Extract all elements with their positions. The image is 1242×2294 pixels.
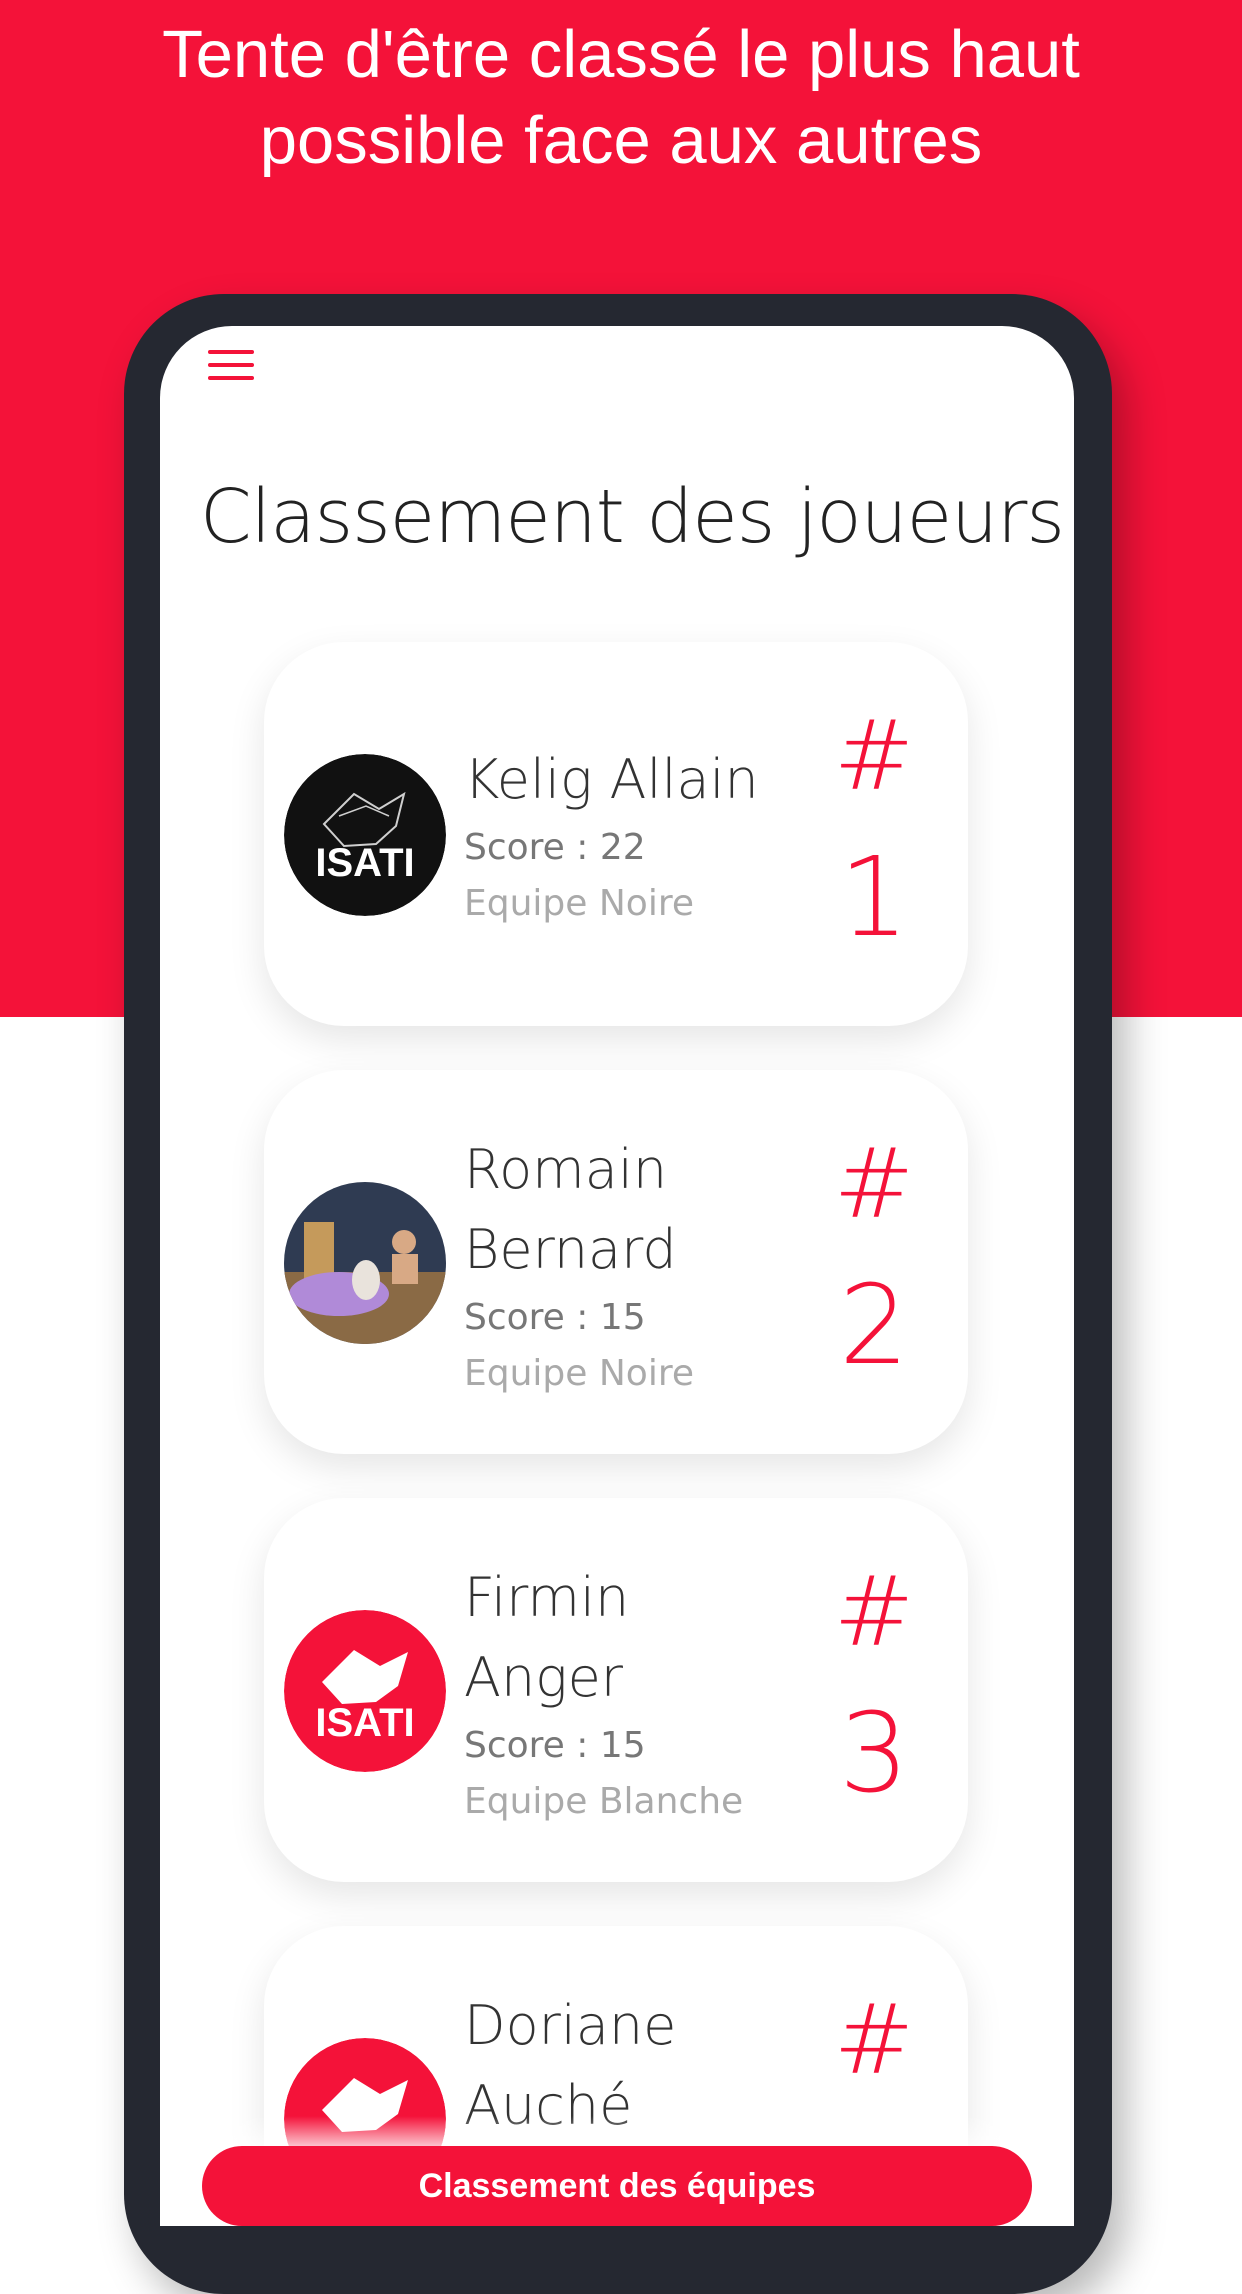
headline-line-1: Tente d'être classé le plus haut bbox=[162, 17, 1080, 92]
player-name: Firmin Anger bbox=[464, 1566, 630, 1709]
rank-number: 1 bbox=[839, 833, 909, 961]
player-name: Romain Bernard bbox=[464, 1138, 677, 1281]
player-team: Equipe Noire bbox=[464, 883, 694, 924]
phone-screen: Classement des joueurs ISATI Kelig Allai… bbox=[160, 326, 1074, 2226]
player-card[interactable]: ISATI Kelig Allain Score : 22 Equipe Noi… bbox=[264, 642, 968, 1026]
promo-headline: Tente d'être classé le plus haut possibl… bbox=[0, 12, 1242, 184]
isati-red-logo-avatar: ISATI bbox=[284, 1610, 446, 1772]
rank-number: 2 bbox=[839, 1261, 909, 1389]
team-ranking-button[interactable]: Classement des équipes bbox=[202, 2146, 1032, 2226]
rank-hash: # bbox=[833, 1128, 915, 1240]
player-team: Equipe Blanche bbox=[464, 1781, 744, 1822]
player-team: Equipe Noire bbox=[464, 1353, 694, 1394]
player-score: Score : 15 bbox=[464, 1725, 646, 1766]
rank-number: 3 bbox=[839, 1689, 909, 1817]
player-rank: # 2 bbox=[804, 1118, 944, 1400]
player-rank: # 3 bbox=[804, 1546, 944, 1828]
player-rank: # 1 bbox=[804, 690, 944, 972]
hamburger-menu-icon[interactable] bbox=[208, 348, 254, 384]
isati-black-logo-avatar: ISATI bbox=[284, 754, 446, 916]
user-photo-avatar bbox=[284, 1182, 446, 1344]
player-score: Score : 15 bbox=[464, 1297, 646, 1338]
svg-text:ISATI: ISATI bbox=[315, 841, 414, 885]
player-rank: # bbox=[804, 1974, 944, 2106]
headline-line-2: possible face aux autres bbox=[259, 103, 983, 178]
rank-hash: # bbox=[833, 700, 915, 812]
player-card[interactable]: Romain Bernard Score : 15 Equipe Noire #… bbox=[264, 1070, 968, 1454]
player-score: Score : 22 bbox=[464, 827, 646, 868]
player-card[interactable]: ISATI Firmin Anger Score : 15 Equipe Bla… bbox=[264, 1498, 968, 1882]
player-name: Kelig Allain bbox=[464, 748, 759, 811]
rank-hash: # bbox=[833, 1984, 915, 2096]
svg-text:ISATI: ISATI bbox=[315, 1701, 414, 1745]
page-title: Classement des joueurs bbox=[200, 474, 1065, 560]
rank-hash: # bbox=[833, 1556, 915, 1668]
